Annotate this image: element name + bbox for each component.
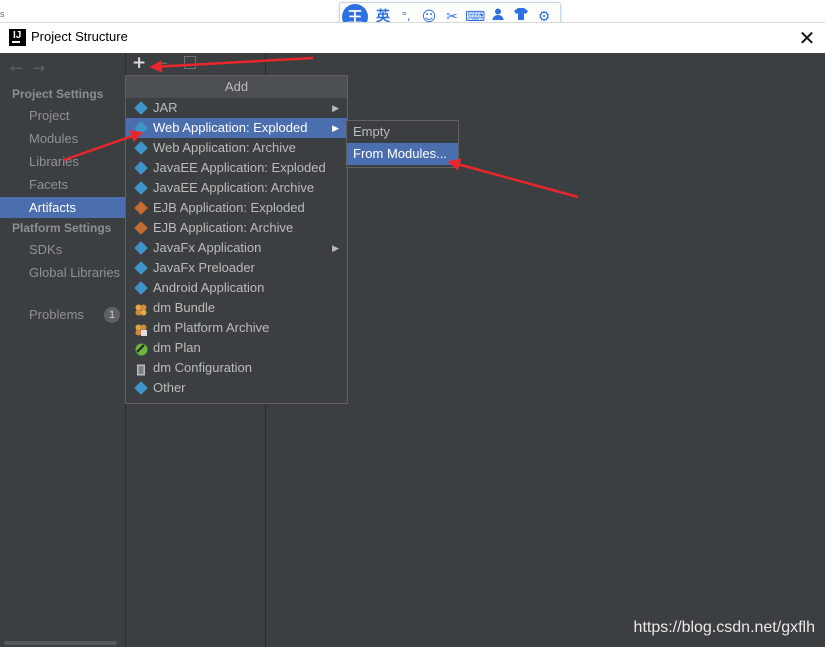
forward-arrow-icon[interactable]: → [33,59,46,77]
sidebar-item-label: Project [29,108,70,123]
sidebar-item-label: Artifacts [29,200,76,215]
watermark: https://blog.csdn.net/gxflh [633,619,815,636]
sidebar-item-label: Modules [29,131,79,146]
intellij-app-icon: IJ [9,29,26,46]
menu-item-dm-platform-archive[interactable]: dm Platform Archive [126,318,347,338]
sidebar-item-project[interactable]: Project [0,105,125,126]
submenu-item-empty[interactable]: Empty [347,121,458,143]
submenu-arrow-icon: ▶ [332,243,339,253]
sidebar-item-label: Problems [29,307,84,322]
menu-item-ejb-application-exploded[interactable]: EJB Application: Exploded [126,198,347,218]
sidebar-item-facets[interactable]: Facets [0,174,125,195]
javafx-preloader-icon [134,261,148,275]
menu-item-label: EJB Application: Exploded [153,200,305,215]
menu-item-javaee-application-exploded[interactable]: JavaEE Application: Exploded [126,158,347,178]
sidebar-item-artifacts[interactable]: Artifacts [0,197,125,218]
dm-bundle-icon [135,302,147,316]
back-arrow-icon[interactable]: ← [10,59,23,77]
javaee-icon [134,161,148,175]
sidebar-item-label: Libraries [29,154,79,169]
menu-item-web-application-archive[interactable]: Web Application: Archive [126,138,347,158]
submenu-arrow-icon: ▶ [332,103,339,113]
close-icon[interactable]: ✕ [797,26,817,50]
menu-item-label: Web Application: Archive [153,140,296,155]
menu-header: Add [126,76,347,98]
sidebar-item-label: Facets [29,177,69,192]
menu-item-dm-plan[interactable]: dm Plan [126,338,347,358]
menu-item-label: JavaFx Application [153,240,262,255]
javafx-icon [134,241,148,255]
title-bar: IJ Project Structure ✕ [0,22,825,54]
menu-item-web-application-exploded[interactable]: Web Application: Exploded ▶ [126,118,347,138]
background-text-fragment: s [0,9,5,19]
menu-item-other[interactable]: Other [126,378,347,398]
android-icon [134,281,148,295]
menu-item-javafx-application[interactable]: JavaFx Application ▶ [126,238,347,258]
ejb-archive-icon [134,221,148,235]
sidebar-item-global-libraries[interactable]: Global Libraries [0,262,125,283]
menu-item-label: JavaFx Preloader [153,260,255,275]
copy-icon[interactable] [184,56,196,69]
menu-item-label: dm Bundle [153,300,216,315]
add-artifact-button[interactable]: + [132,53,146,73]
sidebar-item-problems[interactable]: Problems 1 [0,304,125,325]
sidebar-item-libraries[interactable]: Libraries [0,151,125,172]
navigation-arrows: ← → [10,59,55,77]
section-project-settings: Project Settings [12,87,104,101]
menu-item-javafx-preloader[interactable]: JavaFx Preloader [126,258,347,278]
menu-item-label: dm Plan [153,340,201,355]
menu-item-dm-configuration[interactable]: dm Configuration [126,358,347,378]
menu-item-javaee-application-archive[interactable]: JavaEE Application: Archive [126,178,347,198]
other-icon [134,381,148,395]
web-app-icon [134,121,148,135]
menu-item-label: Other [153,380,186,395]
menu-item-label: JavaEE Application: Exploded [153,160,326,175]
sidebar-item-label: Global Libraries [29,265,121,280]
problems-count-badge: 1 [104,307,120,323]
web-application-submenu: Empty From Modules... [346,120,459,168]
menu-item-label: JAR [153,100,178,115]
menu-item-label: Android Application [153,280,265,295]
window-title: Project Structure [31,29,128,44]
artifacts-toolbar: + − [126,53,265,75]
menu-item-android-application[interactable]: Android Application [126,278,347,298]
section-platform-settings: Platform Settings [12,221,112,235]
jar-icon [134,101,148,115]
dm-platform-icon [135,322,147,336]
settings-sidebar: ← → Project Settings Project Modules Libr… [0,53,126,647]
web-app-archive-icon [134,141,148,155]
dm-configuration-icon [135,362,147,376]
sidebar-item-modules[interactable]: Modules [0,128,125,149]
sidebar-item-sdks[interactable]: SDKs [0,239,125,260]
dm-plan-icon [135,342,148,356]
submenu-item-from-modules[interactable]: From Modules... [347,143,458,165]
menu-item-dm-bundle[interactable]: dm Bundle [126,298,347,318]
add-artifact-menu: Add JAR ▶ Web Application: Exploded ▶ We… [125,75,348,404]
menu-item-label: JavaEE Application: Archive [153,180,315,195]
menu-item-ejb-application-archive[interactable]: EJB Application: Archive [126,218,347,238]
menu-item-label: EJB Application: Archive [153,220,294,235]
menu-item-label: dm Platform Archive [153,320,270,335]
ejb-icon [134,201,148,215]
remove-artifact-button[interactable]: − [156,54,169,72]
menu-item-label: Web Application: Exploded [153,120,308,135]
submenu-arrow-icon: ▶ [332,123,339,133]
horizontal-scrollbar[interactable] [4,641,117,645]
menu-item-label: dm Configuration [153,360,252,375]
menu-item-jar[interactable]: JAR ▶ [126,98,347,118]
javaee-archive-icon [134,181,148,195]
sidebar-item-label: SDKs [29,242,63,257]
